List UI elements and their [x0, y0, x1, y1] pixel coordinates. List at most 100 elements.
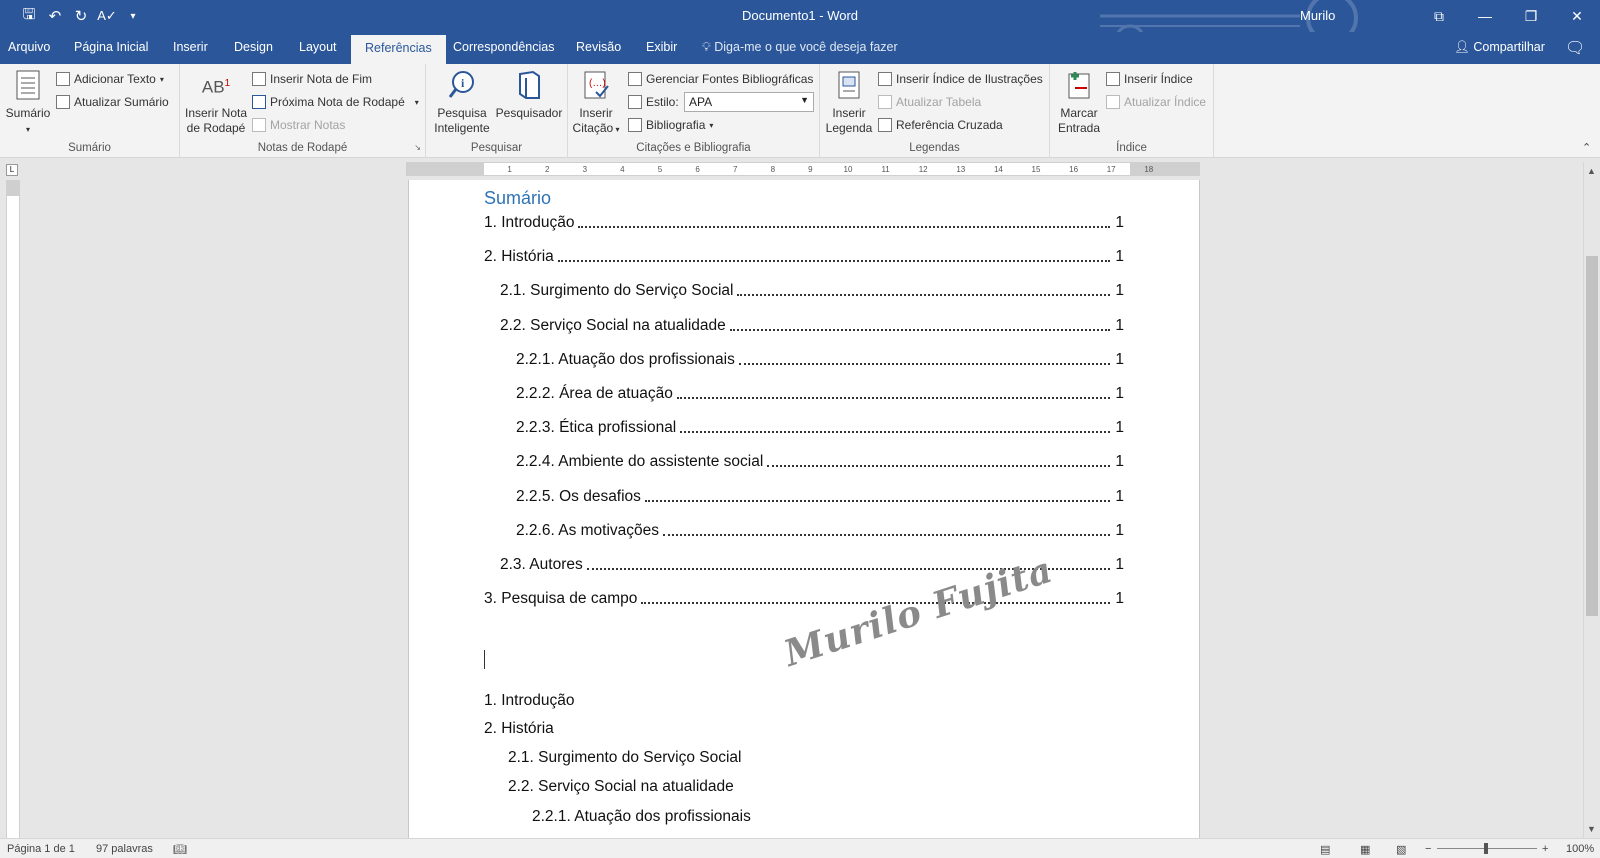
tab-correspondencias[interactable]: Correspondências [453, 40, 554, 54]
zoom-level[interactable]: 100% [1566, 843, 1594, 855]
tab-revisao[interactable]: Revisão [576, 40, 621, 54]
toc-entry[interactable]: 2.2.5. Os desafios 1 [516, 486, 1124, 506]
dropdown-arrow-icon: ▾ [159, 74, 164, 84]
tell-me-text: Diga-me o que você deseja fazer [714, 40, 898, 54]
tell-me-search[interactable]: 💡︎ Diga-me o que você deseja fazer [702, 40, 898, 55]
close-icon[interactable]: ✕ [1554, 0, 1600, 32]
bibliography-label: Bibliografia [646, 118, 706, 132]
insert-citation-label-1: Inserir [579, 106, 613, 120]
zoom-slider-knob[interactable] [1484, 843, 1488, 854]
toc-leader-dots [767, 465, 1110, 468]
style-label: Estilo: [628, 95, 679, 109]
toc-entry[interactable]: 1. Introdução 1 [484, 212, 1124, 232]
tab-pagina-inicial[interactable]: Página Inicial [74, 40, 148, 54]
sumario-label: Sumário [5, 106, 51, 120]
collapse-ribbon-icon[interactable]: ⌃ [1582, 141, 1591, 154]
scroll-down-icon[interactable]: ▼ [1587, 824, 1596, 834]
insert-table-of-figures-button[interactable]: Inserir Índice de Ilustrações [878, 72, 1043, 86]
insert-endnote-button[interactable]: Inserir Nota de Fim [252, 72, 372, 86]
lightbulb-icon: 💡︎ [702, 40, 715, 54]
group-indice: Marcar Entrada Inserir Índice Atualizar Í… [1050, 64, 1214, 158]
add-text-icon [56, 72, 70, 86]
tab-exibir[interactable]: Exibir [646, 40, 677, 54]
document-page[interactable]: Sumário 1. Introdução 1 2. História 1 2.1. S… [408, 180, 1200, 840]
cross-reference-label: Referência Cruzada [896, 118, 1003, 132]
bibliography-button[interactable]: Bibliografia ▾ [628, 118, 713, 132]
insert-citation-button[interactable]: (…) Inserir Citação ▾ [572, 68, 620, 137]
toc-entry[interactable]: 2.1. Surgimento do Serviço Social 1 [500, 280, 1124, 300]
toc-leader-dots [578, 226, 1110, 228]
minimize-icon[interactable]: — [1462, 0, 1508, 32]
toc-page-number: 1 [1115, 556, 1124, 573]
insert-caption-button[interactable]: Inserir Legenda [824, 68, 874, 136]
word-count[interactable]: 97 palavras [96, 843, 153, 855]
toc-entry[interactable]: 2. História 1 [484, 246, 1124, 266]
tab-layout[interactable]: Layout [299, 40, 337, 54]
toc-entry[interactable]: 2.2. Serviço Social na atualidade 1 [500, 315, 1124, 335]
print-layout-icon[interactable]: ▦ [1360, 843, 1370, 856]
read-mode-icon[interactable]: ▤ [1320, 843, 1330, 856]
mark-entry-button[interactable]: Marcar Entrada [1054, 68, 1104, 136]
sumario-button[interactable]: Sumário ▾ [4, 68, 52, 137]
vertical-scrollbar[interactable]: ▲ ▼ [1583, 162, 1600, 838]
tab-design[interactable]: Design [234, 40, 273, 54]
tab-selector[interactable]: L [6, 164, 18, 176]
share-button[interactable]: 👤︎ Compartilhar [1454, 40, 1545, 55]
comments-icon[interactable]: 🗨︎ [1565, 38, 1585, 58]
svg-text:(…): (…) [589, 78, 606, 89]
tab-inserir[interactable]: Inserir [173, 40, 208, 54]
ribbon-display-options-icon[interactable]: ⧉ [1416, 0, 1462, 32]
table-of-figures-icon [878, 72, 892, 86]
window-controls: ⧉ — ❐ ✕ [1416, 0, 1600, 32]
show-notes-button[interactable]: Mostrar Notas [252, 118, 345, 132]
ruler-number: 4 [620, 165, 625, 174]
insert-index-button[interactable]: Inserir Índice [1106, 72, 1193, 86]
ruler-number: 13 [956, 165, 965, 174]
insert-citation-label-2: Citação [572, 121, 614, 135]
smart-lookup-button[interactable]: i Pesquisa Inteligente [432, 68, 492, 136]
page-count[interactable]: Página 1 de 1 [7, 843, 75, 855]
restore-icon[interactable]: ❐ [1508, 0, 1554, 32]
mark-entry-icon [1062, 68, 1096, 102]
scroll-up-icon[interactable]: ▲ [1587, 166, 1596, 176]
citation-style-value: APA [689, 95, 713, 109]
scrollbar-thumb[interactable] [1586, 256, 1598, 616]
smart-lookup-label-1: Pesquisa [437, 106, 487, 120]
insert-footnote-button[interactable]: AB1 Inserir Nota de Rodapé [184, 68, 248, 136]
insert-index-label: Inserir Índice [1124, 72, 1193, 86]
zoom-in-icon[interactable]: + [1542, 843, 1548, 855]
zoom-out-icon[interactable]: − [1425, 843, 1431, 855]
vertical-ruler[interactable] [6, 180, 20, 838]
tab-referencias[interactable]: Referências [351, 35, 446, 64]
dialog-launcher-icon[interactable]: ↘ [414, 143, 421, 152]
tab-arquivo[interactable]: Arquivo [8, 40, 50, 54]
add-text-button[interactable]: Adicionar Texto ▾ [56, 72, 164, 86]
ruler-number: 3 [583, 165, 588, 174]
manage-sources-button[interactable]: Gerenciar Fontes Bibliográficas [628, 72, 813, 86]
update-index-button[interactable]: Atualizar Índice [1106, 95, 1206, 109]
toc-entry-text: 2.2.5. Os desafios [516, 487, 641, 505]
group-label: Sumário [68, 142, 111, 154]
footnote-label-2: de Rodapé [186, 121, 246, 135]
insert-table-of-figures-label: Inserir Índice de Ilustrações [896, 72, 1043, 86]
toc-entry[interactable]: 2.2.1. Atuação dos profissionais 1 [516, 349, 1124, 369]
group-label: Pesquisar [470, 142, 523, 154]
update-toc-button[interactable]: Atualizar Sumário [56, 95, 169, 109]
toc-entry[interactable]: 2.2.4. Ambiente do assistente social 1 [516, 451, 1124, 471]
cross-reference-button[interactable]: Referência Cruzada [878, 118, 1003, 132]
next-footnote-button[interactable]: Próxima Nota de Rodapé ▾ [252, 95, 419, 109]
toc-entry[interactable]: 2.2.6. As motivações 1 [516, 520, 1124, 540]
toc-entry[interactable]: 2.2.3. Ética profissional 1 [516, 417, 1124, 437]
web-layout-icon[interactable]: ▧ [1396, 843, 1406, 856]
proofing-icon[interactable]: 📖︎ [173, 843, 187, 856]
ruler-number: 5 [658, 165, 663, 174]
update-table-button[interactable]: Atualizar Tabela [878, 95, 981, 109]
vertical-ruler-margin [7, 180, 19, 196]
researcher-button[interactable]: Pesquisador [494, 68, 564, 121]
toc-entry[interactable]: 2.2.2. Área de atuação 1 [516, 383, 1124, 403]
toc-leader-dots [676, 397, 1110, 399]
toc-leader-dots [680, 431, 1110, 434]
user-name[interactable]: Murilo [1300, 8, 1335, 23]
citation-icon: (…) [579, 68, 613, 102]
citation-style-select[interactable]: APA ▼ [684, 92, 814, 112]
